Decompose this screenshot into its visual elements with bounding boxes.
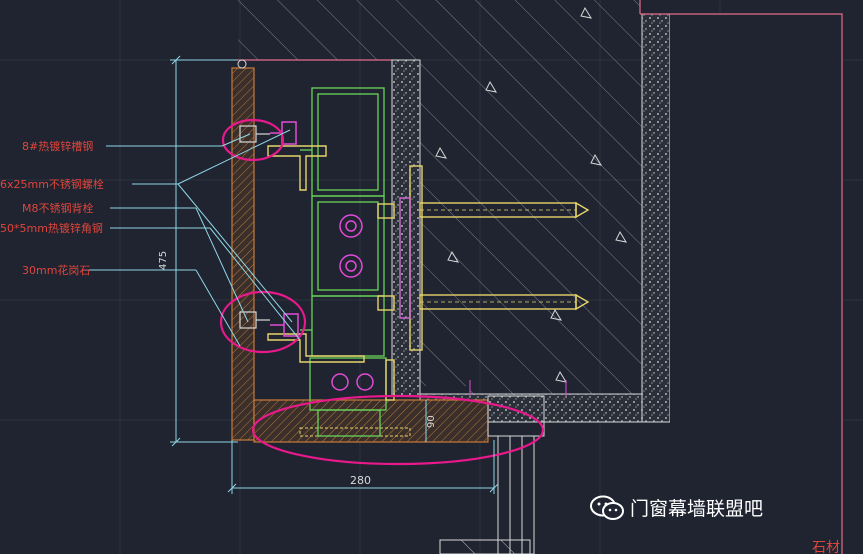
corner-text: 石材 [812, 540, 840, 554]
wechat-icon [590, 495, 624, 521]
watermark: 门窗幕墙联盟吧 [590, 494, 763, 521]
label-angle-steel: 50*5mm热镀锌角钢 [0, 221, 103, 235]
dimension-small: 90 [426, 415, 437, 428]
dimension-height: 475 [158, 251, 169, 270]
bolts [270, 121, 374, 391]
label-back-bolt: M8不锈钢背栓 [22, 201, 94, 215]
watermark-text: 门窗幕墙联盟吧 [630, 498, 764, 520]
leader-lines [82, 129, 301, 347]
label-stainless-bolt: 6x25mm不锈钢螺栓 [0, 177, 104, 191]
cad-drawing: 8#热镀锌槽钢 6x25mm不锈钢螺栓 M8不锈钢背栓 50*5mm热镀锌角钢 … [0, 0, 863, 554]
detail-drawing: 8#热镀锌槽钢 6x25mm不锈钢螺栓 M8不锈钢背栓 50*5mm热镀锌角钢 … [0, 0, 863, 554]
concrete-structure [238, 0, 843, 554]
dimension-width: 280 [350, 474, 371, 487]
label-channel-steel: 8#热镀锌槽钢 [22, 139, 93, 153]
label-granite: 30mm花岗石 [22, 264, 90, 277]
